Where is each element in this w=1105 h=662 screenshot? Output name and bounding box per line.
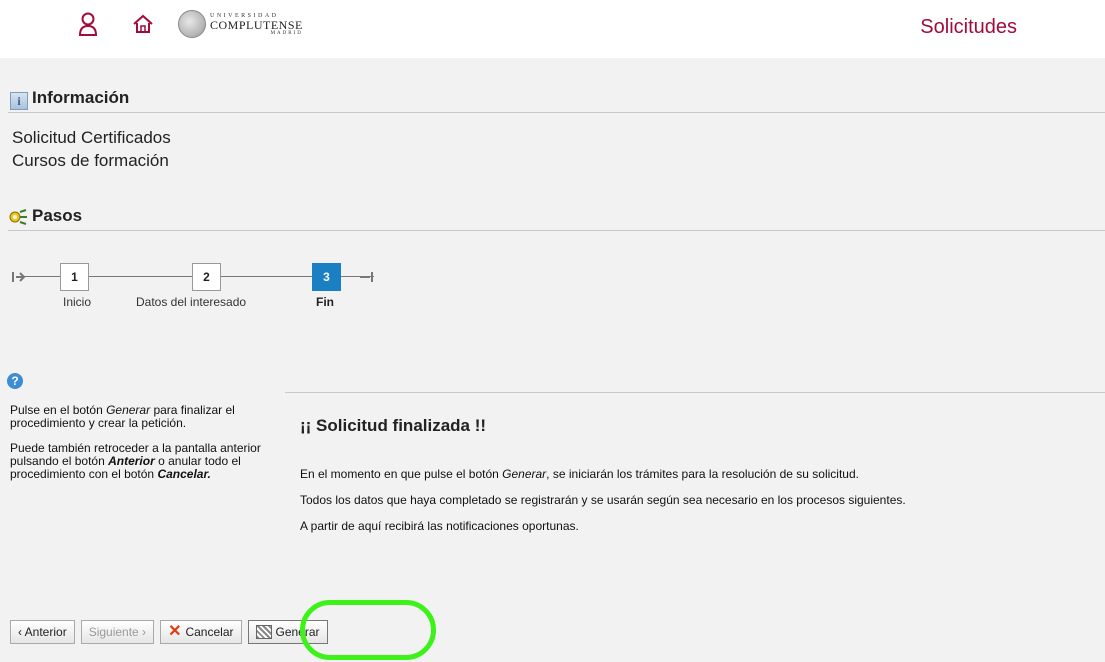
completion-message: En el momento en que pulse el botón Gene… xyxy=(300,468,906,546)
finish-flag-icon xyxy=(255,625,272,639)
completion-title: ¡¡ Solicitud finalizada !! xyxy=(300,416,487,435)
anterior-button[interactable]: ‹ Anterior xyxy=(10,620,75,644)
university-logo[interactable]: UNIVERSIDAD COMPLUTENSE MADRID xyxy=(178,10,303,38)
step-3-label: Fin xyxy=(316,295,334,309)
step-3-box: 3 xyxy=(312,263,341,291)
generar-button[interactable]: Generar xyxy=(247,620,328,644)
info-line-2: Cursos de formación xyxy=(12,151,169,170)
step-1-box: 1 xyxy=(60,263,89,291)
completion-line-3: A partir de aquí recibirá las notificaci… xyxy=(300,519,579,533)
university-seal-icon xyxy=(178,10,206,38)
info-line-1: Solicitud Certificados xyxy=(12,128,171,147)
info-icon: i xyxy=(10,92,28,110)
siguiente-label: Siguiente › xyxy=(88,625,147,639)
generar-label: Generar xyxy=(275,625,320,639)
user-icon[interactable] xyxy=(78,12,98,41)
anterior-label: ‹ Anterior xyxy=(18,625,67,639)
cancelar-button[interactable]: ✕ Cancelar xyxy=(160,620,242,644)
wizard-button-bar: ‹ Anterior Siguiente › ✕ Cancelar Generar xyxy=(10,620,328,646)
app-title[interactable]: Solicitudes xyxy=(920,16,1017,39)
step-2-label: Datos del interesado xyxy=(136,295,247,309)
step-2-box: 2 xyxy=(192,263,221,291)
info-section-header: i Información xyxy=(8,86,1105,113)
help-paragraph-1: Pulse en el botón Generar para finalizar… xyxy=(10,403,235,430)
help-divider xyxy=(285,392,1105,393)
steps-start-icon xyxy=(12,270,26,288)
completion-line-2: Todos los datos que haya completado se r… xyxy=(300,493,906,507)
help-text: Pulse en el botón Generar para finalizar… xyxy=(10,404,270,493)
cancel-x-icon: ✕ xyxy=(168,623,182,640)
help-paragraph-2: Puede también retroceder a la pantalla a… xyxy=(10,441,261,481)
info-heading: Información xyxy=(32,88,130,107)
steps-indicator: 1 Inicio 2 Datos del interesado 3 Fin xyxy=(12,260,412,320)
home-icon[interactable] xyxy=(132,14,154,39)
wizard-steps-icon xyxy=(8,208,28,231)
steps-end-icon xyxy=(360,270,374,288)
completion-line-1: En el momento en que pulse el botón Gene… xyxy=(300,467,859,481)
cancelar-label: Cancelar xyxy=(185,625,234,639)
step-1-label: Inicio xyxy=(63,295,92,309)
pasos-heading: Pasos xyxy=(32,206,83,225)
help-icon[interactable]: ? xyxy=(7,373,23,389)
info-content: Solicitud Certificados Cursos de formaci… xyxy=(12,126,171,172)
logo-text-main: COMPLUTENSE xyxy=(210,17,303,32)
pasos-section-header: Pasos xyxy=(8,204,1105,231)
top-bar: UNIVERSIDAD COMPLUTENSE MADRID Solicitud… xyxy=(0,0,1105,58)
siguiente-button[interactable]: Siguiente › xyxy=(80,620,155,644)
